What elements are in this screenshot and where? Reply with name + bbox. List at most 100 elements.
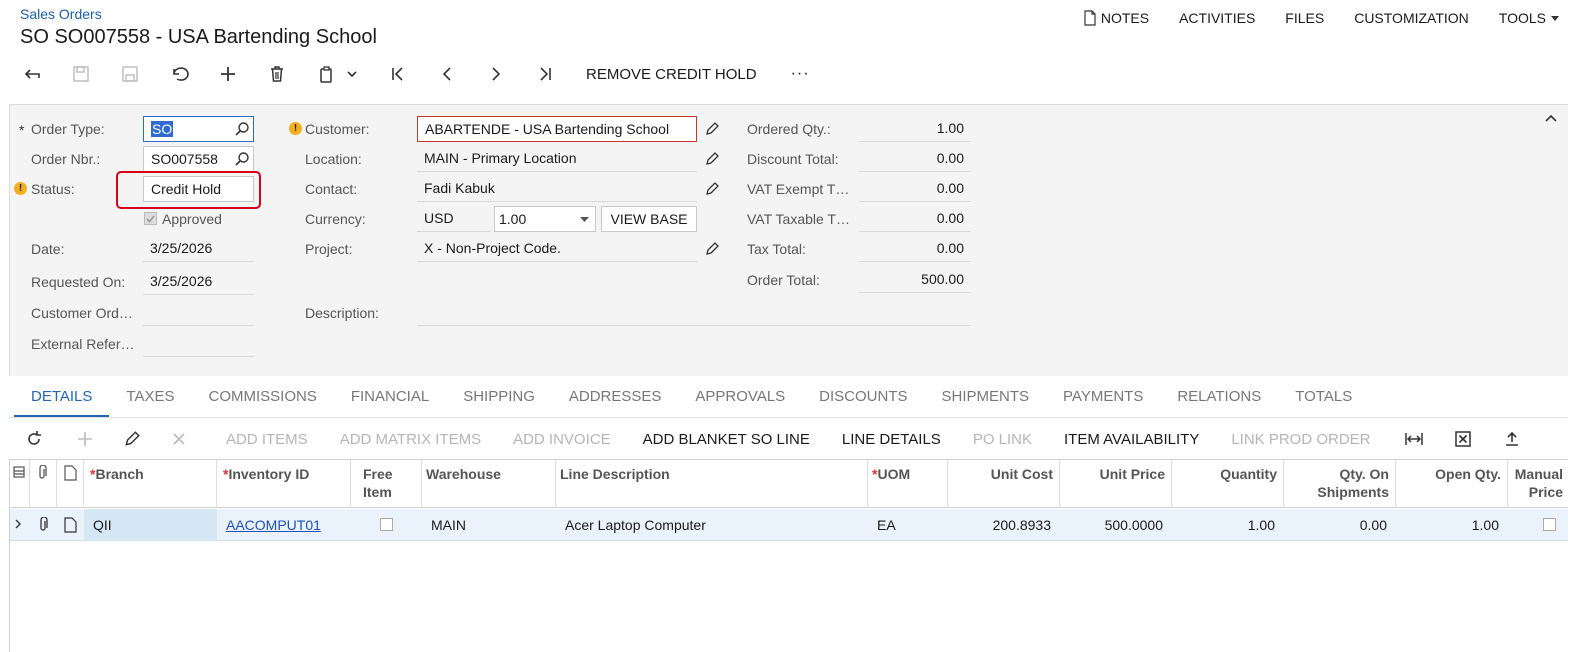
add-matrix-items-button[interactable]: ADD MATRIX ITEMS <box>324 431 497 448</box>
next-record-icon[interactable] <box>484 62 508 86</box>
delete-icon[interactable] <box>265 62 289 86</box>
description-label: Description: <box>305 305 379 321</box>
po-link-button[interactable]: PO LINK <box>957 431 1048 448</box>
columns-config-icon[interactable] <box>12 465 26 479</box>
refresh-icon[interactable] <box>23 428 45 450</box>
unit-cost-column-header[interactable]: Unit Cost <box>948 460 1060 508</box>
line-description-cell[interactable]: Acer Laptop Computer <box>556 509 868 541</box>
free-item-checkbox[interactable] <box>380 518 393 531</box>
details-grid: *Branch *Inventory ID Free Item Warehouse… <box>9 459 1568 652</box>
warehouse-column-header[interactable]: Warehouse <box>422 460 556 508</box>
link-prod-order-button[interactable]: LINK PROD ORDER <box>1215 431 1386 448</box>
breadcrumb[interactable]: Sales Orders <box>20 6 102 22</box>
last-record-icon[interactable] <box>533 62 557 86</box>
add-row-icon[interactable] <box>74 428 96 450</box>
first-record-icon[interactable] <box>386 62 410 86</box>
uom-column-header[interactable]: *UOM <box>868 460 948 508</box>
add-icon[interactable] <box>216 62 240 86</box>
tools-menu[interactable]: TOOLS <box>1499 10 1560 26</box>
item-availability-button[interactable]: ITEM AVAILABILITY <box>1048 431 1215 448</box>
paperclip-icon[interactable] <box>30 509 57 541</box>
approved-checkbox[interactable] <box>144 212 157 225</box>
search-icon[interactable] <box>234 121 250 137</box>
edit-icon[interactable] <box>704 121 720 137</box>
line-description-column-header[interactable]: Line Description <box>556 460 868 508</box>
collapse-icon[interactable] <box>1544 113 1558 123</box>
close-icon[interactable] <box>168 428 190 450</box>
description-field[interactable] <box>417 300 971 326</box>
tab-taxes[interactable]: TAXES <box>109 380 191 418</box>
edit-icon[interactable] <box>121 428 143 450</box>
add-blanket-so-line-button[interactable]: ADD BLANKET SO LINE <box>627 431 826 448</box>
table-row[interactable]: QII AACOMPUT01 MAIN Acer Laptop Computer… <box>10 509 1568 541</box>
save-icon[interactable] <box>118 62 142 86</box>
unit-cost-cell[interactable]: 200.8933 <box>948 509 1060 541</box>
tab-relations[interactable]: RELATIONS <box>1160 380 1278 418</box>
fit-columns-icon[interactable] <box>1403 428 1425 450</box>
search-icon[interactable] <box>234 151 250 167</box>
inventory-id-column-header[interactable]: *Inventory ID <box>217 460 351 508</box>
tab-payments[interactable]: PAYMENTS <box>1046 380 1160 418</box>
unit-price-cell[interactable]: 500.0000 <box>1060 509 1172 541</box>
qty-on-shipments-column-header[interactable]: Qty. On Shipments <box>1284 460 1396 508</box>
chevron-down-icon[interactable] <box>346 62 358 86</box>
unit-price-column-header[interactable]: Unit Price <box>1060 460 1172 508</box>
open-qty-column-header[interactable]: Open Qty. <box>1396 460 1508 508</box>
free-item-column-header[interactable]: Free Item <box>351 460 422 508</box>
customization-link[interactable]: CUSTOMIZATION <box>1354 10 1469 26</box>
tab-approvals[interactable]: APPROVALS <box>678 380 802 418</box>
view-base-button[interactable]: VIEW BASE <box>601 206 697 232</box>
add-items-button[interactable]: ADD ITEMS <box>210 431 324 448</box>
requested-on-field[interactable]: 3/25/2026 <box>143 269 254 295</box>
tab-shipping[interactable]: SHIPPING <box>446 380 552 418</box>
location-field[interactable]: MAIN - Primary Location <box>417 146 697 172</box>
manual-price-checkbox[interactable] <box>1543 518 1556 531</box>
quantity-column-header[interactable]: Quantity <box>1172 460 1284 508</box>
tab-financial[interactable]: FINANCIAL <box>334 380 446 418</box>
external-ref-field[interactable] <box>143 331 254 357</box>
currency-rate-select[interactable]: 1.00 <box>494 206 596 232</box>
tab-addresses[interactable]: ADDRESSES <box>552 380 679 418</box>
save-close-icon[interactable] <box>69 62 93 86</box>
edit-icon[interactable] <box>704 181 720 197</box>
note-icon[interactable] <box>57 509 84 541</box>
row-expand-icon[interactable] <box>10 509 30 541</box>
notes-link[interactable]: NOTES <box>1083 10 1149 26</box>
tab-totals[interactable]: TOTALS <box>1278 380 1369 418</box>
branch-cell[interactable]: QII <box>84 509 217 541</box>
add-invoice-button[interactable]: ADD INVOICE <box>497 431 627 448</box>
files-link[interactable]: FILES <box>1285 10 1324 26</box>
edit-icon[interactable] <box>704 151 720 167</box>
excel-export-icon[interactable] <box>1452 428 1474 450</box>
customer-ord-field[interactable] <box>143 300 254 326</box>
project-field[interactable]: X - Non-Project Code. <box>417 236 697 262</box>
line-details-button[interactable]: LINE DETAILS <box>826 431 957 448</box>
inventory-id-header-label: Inventory ID <box>228 466 310 482</box>
upload-icon[interactable] <box>1501 428 1523 450</box>
undo-icon[interactable] <box>167 62 191 86</box>
tab-shipments[interactable]: SHIPMENTS <box>925 380 1047 418</box>
branch-column-header[interactable]: *Branch <box>84 460 217 508</box>
prev-record-icon[interactable] <box>435 62 459 86</box>
inventory-id-link[interactable]: AACOMPUT01 <box>226 517 321 533</box>
tab-details[interactable]: DETAILS <box>14 380 110 418</box>
date-field[interactable]: 3/25/2026 <box>143 236 254 262</box>
tab-commissions[interactable]: COMMISSIONS <box>191 380 333 418</box>
edit-icon[interactable] <box>704 241 720 257</box>
status-field[interactable]: Credit Hold <box>143 176 254 202</box>
copy-paste-icon[interactable] <box>314 62 338 86</box>
manual-price-column-header[interactable]: Manual Price <box>1508 460 1569 508</box>
uom-cell[interactable]: EA <box>868 509 948 541</box>
back-icon[interactable] <box>20 62 44 86</box>
customer-field[interactable]: ABARTENDE - USA Bartending School <box>417 116 697 142</box>
more-actions-button[interactable]: ··· <box>791 65 810 83</box>
branch-header-label: Branch <box>95 466 144 482</box>
currency-field[interactable]: USD <box>417 206 491 232</box>
activities-link[interactable]: ACTIVITIES <box>1179 10 1255 26</box>
remove-credit-hold-button[interactable]: REMOVE CREDIT HOLD <box>586 66 757 83</box>
contact-field[interactable]: Fadi Kabuk <box>417 176 697 202</box>
inventory-id-cell[interactable]: AACOMPUT01 <box>217 509 351 541</box>
quantity-cell[interactable]: 1.00 <box>1172 509 1284 541</box>
warehouse-cell[interactable]: MAIN <box>422 509 556 541</box>
tab-discounts[interactable]: DISCOUNTS <box>802 380 924 418</box>
